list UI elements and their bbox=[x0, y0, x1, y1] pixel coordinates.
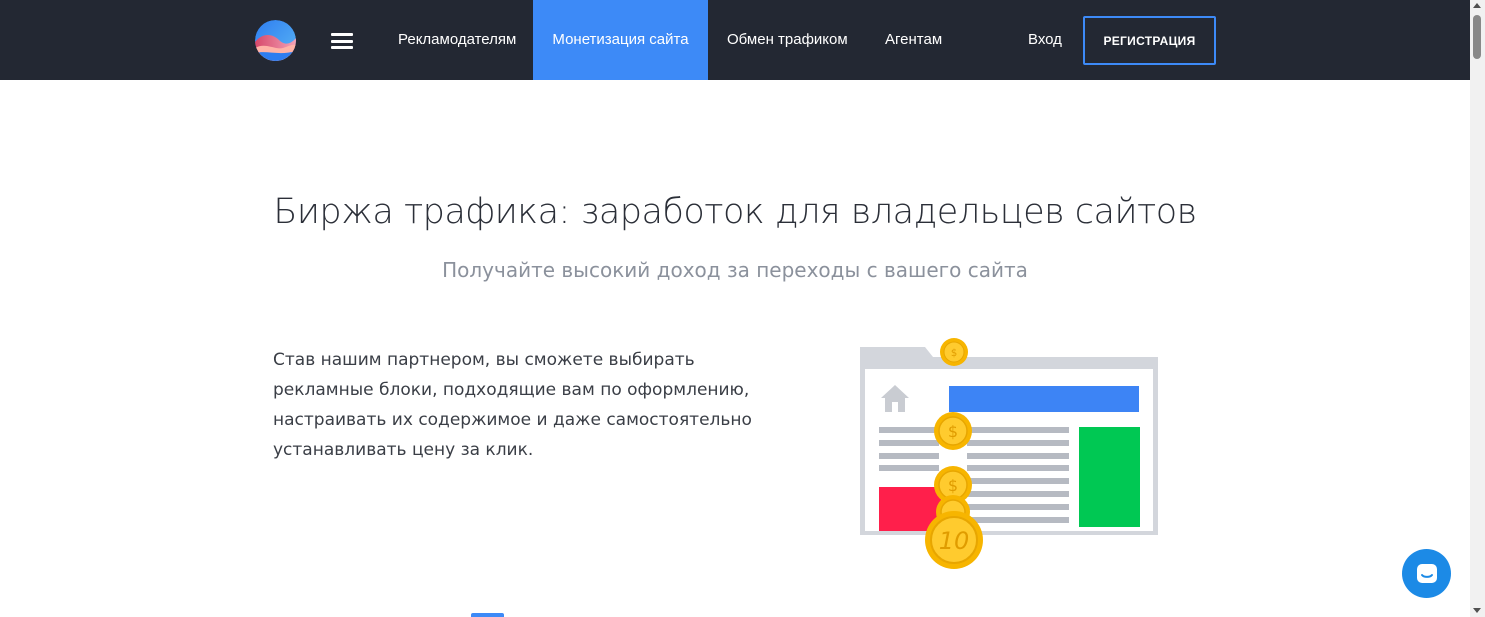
text-line bbox=[879, 465, 939, 471]
login-link[interactable]: Вход bbox=[1028, 0, 1062, 80]
text-line bbox=[879, 440, 939, 446]
nav-link-advertisers[interactable]: Рекламодателям bbox=[398, 0, 516, 80]
hamburger-icon[interactable] bbox=[331, 33, 353, 49]
svg-text:$: $ bbox=[948, 422, 958, 441]
coin-icon: $ bbox=[940, 338, 968, 366]
monetization-illustration: $ $ $ 10 bbox=[855, 335, 1165, 570]
section-marker bbox=[471, 613, 504, 617]
text-line bbox=[967, 517, 1069, 523]
nav-link-agents[interactable]: Агентам bbox=[885, 0, 942, 80]
scrollbar-thumb[interactable] bbox=[1473, 15, 1481, 59]
scroll-up-icon[interactable] bbox=[1473, 3, 1481, 8]
partner-description: Став нашим партнером, вы сможете выбират… bbox=[273, 350, 752, 460]
text-line bbox=[967, 491, 1069, 497]
coin-icon: 10 bbox=[925, 511, 983, 569]
nav-link-traffic-exchange[interactable]: Обмен трафиком bbox=[727, 0, 848, 80]
svg-text:$: $ bbox=[951, 348, 957, 359]
text-line bbox=[967, 427, 1069, 433]
nav-link-site-monetization[interactable]: Монетизация сайта bbox=[533, 0, 708, 80]
hamburger-line bbox=[331, 39, 353, 43]
text-line bbox=[967, 478, 1069, 484]
register-button[interactable]: РЕГИСТРАЦИЯ bbox=[1083, 16, 1216, 65]
text-line bbox=[967, 440, 1069, 446]
hamburger-line bbox=[331, 33, 353, 36]
top-navigation-bar: Рекламодателям Монетизация сайта Обмен т… bbox=[0, 0, 1470, 80]
text-line bbox=[967, 453, 1069, 459]
scroll-down-icon[interactable] bbox=[1473, 608, 1481, 613]
page-scrollbar[interactable] bbox=[1470, 0, 1485, 617]
svg-text:10: 10 bbox=[939, 527, 970, 555]
page-title: Биржа трафика: заработок для владельцев … bbox=[273, 192, 1197, 232]
coin-icon: $ bbox=[934, 412, 972, 450]
page-subtitle: Получайте высокий доход за переходы с ва… bbox=[442, 258, 1028, 282]
svg-text:$: $ bbox=[948, 476, 958, 495]
banner-block bbox=[949, 386, 1139, 412]
text-line bbox=[967, 504, 1069, 510]
chat-icon[interactable] bbox=[1402, 549, 1451, 598]
hamburger-line bbox=[331, 46, 353, 49]
text-line bbox=[967, 465, 1069, 471]
text-line bbox=[879, 427, 939, 433]
text-line bbox=[879, 453, 939, 459]
ad-block-green bbox=[1079, 427, 1140, 527]
logo-icon[interactable] bbox=[255, 20, 296, 61]
